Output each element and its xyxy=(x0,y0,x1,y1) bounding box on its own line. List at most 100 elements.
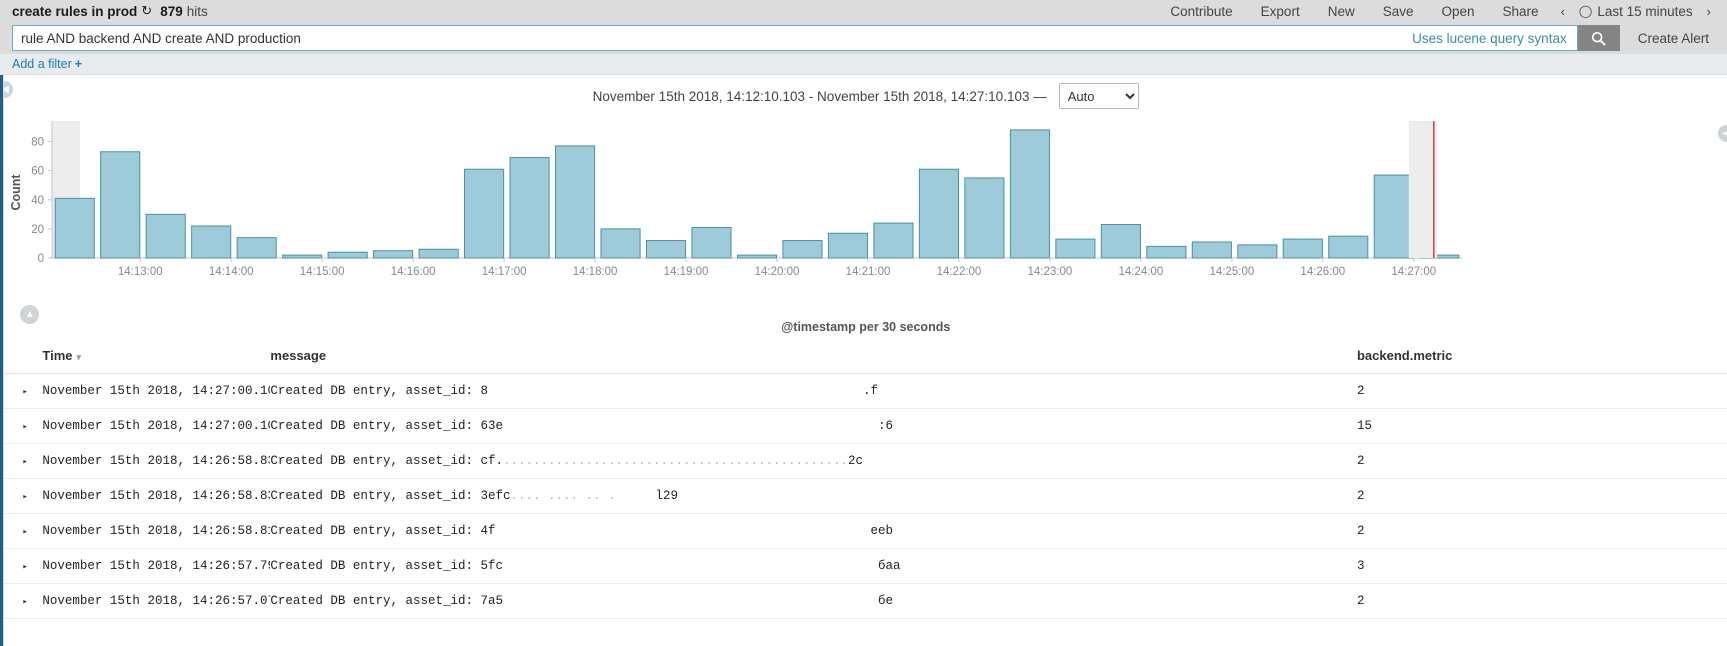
page-title: create rules in prod xyxy=(12,3,138,19)
table-row[interactable]: ▸ November 15th 2018, 14:26:58.836 Created… xyxy=(4,478,1727,514)
x-tick-label: 14:14:00 xyxy=(209,266,254,278)
histogram-bar[interactable] xyxy=(1146,245,1187,259)
histogram-bar[interactable] xyxy=(600,228,642,259)
histogram-chart[interactable]: 0 20 40 60 80 Count 14:13:00 14:14:00 14:15:00 14… xyxy=(4,113,1727,324)
histogram-bar[interactable] xyxy=(418,248,460,259)
x-tick-label: 14:16:00 xyxy=(391,266,436,278)
histogram-bar[interactable] xyxy=(646,240,687,259)
search-input[interactable] xyxy=(13,26,1413,50)
message-column-header[interactable]: message xyxy=(270,348,1357,374)
query-bar: Uses lucene query syntax Create Alert xyxy=(0,23,1727,54)
nav-open[interactable]: Open xyxy=(1428,0,1489,23)
time-next-icon[interactable]: › xyxy=(1699,4,1719,19)
plus-icon: + xyxy=(74,57,83,71)
expand-row-icon[interactable]: ▸ xyxy=(4,457,27,467)
histogram-bar[interactable] xyxy=(1055,238,1096,259)
time-cell: November 15th 2018, 14:26:58.836 xyxy=(42,443,271,479)
histogram-bar[interactable] xyxy=(373,250,414,259)
time-prev-icon[interactable]: ‹ xyxy=(1553,4,1573,19)
time-column-header[interactable]: Time ▾ xyxy=(42,348,271,374)
table-row[interactable]: ▸ November 15th 2018, 14:26:57.790 Created… xyxy=(4,548,1727,584)
expand-row-icon[interactable]: ▸ xyxy=(4,422,27,432)
message-text: Created DB entry, asset_id: 63е xyxy=(270,419,503,433)
histogram-bar[interactable] xyxy=(509,157,551,259)
time-column-label: Time xyxy=(42,348,73,363)
table-row[interactable]: ▸ November 15th 2018, 14:27:00.108 Created… xyxy=(4,373,1727,409)
x-tick-label: 14:21:00 xyxy=(846,266,891,278)
histogram-bar[interactable] xyxy=(782,240,823,259)
nav-contribute[interactable]: Contribute xyxy=(1156,0,1246,23)
x-tick-label: 14:23:00 xyxy=(1028,266,1073,278)
x-tick-label: 14:18:00 xyxy=(573,266,618,278)
nav-share[interactable]: Share xyxy=(1489,0,1553,23)
x-tick-label: 14:22:00 xyxy=(937,266,982,278)
expand-row-icon[interactable]: ▸ xyxy=(4,527,27,537)
time-range-text: November 15th 2018, 14:12:10.103 - Novem… xyxy=(592,88,1047,104)
expand-row-icon[interactable]: ▸ xyxy=(4,492,27,502)
histogram-bar[interactable] xyxy=(237,237,278,259)
histogram-bar[interactable] xyxy=(191,225,232,259)
message-cell: Created DB entry, asset_id: 7a5 бe xyxy=(270,583,1357,619)
histogram-bar[interactable] xyxy=(1328,235,1369,259)
time-cell: November 15th 2018, 14:27:00.108 xyxy=(42,373,271,409)
table-row[interactable]: ▸ November 15th 2018, 14:27:00.108 Created… xyxy=(4,408,1727,444)
search-button[interactable] xyxy=(1577,25,1620,51)
metric-column-header[interactable]: backend.metric xyxy=(1356,348,1727,374)
histogram-bar[interactable] xyxy=(282,254,323,259)
table-row[interactable]: ▸ November 15th 2018, 14:26:58.836 Created… xyxy=(4,443,1727,479)
lucene-syntax-link[interactable]: Uses lucene query syntax xyxy=(1412,31,1577,46)
expand-row-icon[interactable]: ▸ xyxy=(4,562,27,572)
expand-cell: ▸ xyxy=(4,548,43,584)
x-tick-label: 14:19:00 xyxy=(664,266,709,278)
sidebar-collapse-icon[interactable]: ◀ xyxy=(4,81,14,98)
histogram-bar[interactable] xyxy=(55,197,96,259)
histogram-bar[interactable] xyxy=(1192,241,1233,259)
top-nav: Contribute Export New Save Open Share ‹ … xyxy=(1156,0,1727,23)
nav-export[interactable]: Export xyxy=(1247,0,1314,23)
histogram-bar[interactable] xyxy=(964,177,1005,259)
interval-select[interactable]: AutoMillisecondSecondMinuteHourlyDailyWe… xyxy=(1058,83,1139,109)
histogram-bar[interactable] xyxy=(1283,238,1324,259)
nav-new[interactable]: New xyxy=(1314,0,1369,23)
histogram-bar[interactable] xyxy=(873,222,914,259)
metric-cell: 2 xyxy=(1356,583,1727,619)
table-row[interactable]: ▸ November 15th 2018, 14:26:57.078 Created… xyxy=(4,583,1727,619)
x-tick-label: 14:15:00 xyxy=(300,266,345,278)
nav-save[interactable]: Save xyxy=(1369,0,1428,23)
y-tick-label: 0 xyxy=(38,253,44,265)
histogram-bar[interactable] xyxy=(1237,244,1278,259)
table-header-row: Time ▾ message backend.metric xyxy=(4,348,1727,374)
metric-cell: 2 xyxy=(1356,443,1727,479)
histogram-bar[interactable] xyxy=(1010,129,1051,259)
histogram-bar[interactable] xyxy=(919,168,960,259)
histogram-bar[interactable] xyxy=(1374,174,1415,259)
histogram-bar[interactable] xyxy=(828,232,869,259)
histogram-bar[interactable] xyxy=(100,151,141,259)
y-tick-label: 20 xyxy=(32,224,45,236)
histogram-bar[interactable] xyxy=(555,145,596,259)
chart-right-handle-icon[interactable]: ◀ xyxy=(1717,125,1727,142)
histogram-bar[interactable] xyxy=(691,226,732,259)
refresh-icon[interactable]: ↻ xyxy=(141,3,152,19)
message-cell: Created DB entry, asset_id: 4f еeb xyxy=(270,513,1357,549)
expand-row-icon[interactable]: ▸ xyxy=(4,597,27,607)
histogram-svg[interactable]: 0 20 40 60 80 Count 14:13:00 14:14:00 14:15:00 14… xyxy=(4,113,1474,288)
message-text: Created DB entry, asset_id: 4f xyxy=(270,524,496,538)
histogram-bar[interactable] xyxy=(146,213,187,259)
histogram-bar[interactable] xyxy=(737,254,778,259)
expand-row-icon[interactable]: ▸ xyxy=(4,387,27,397)
message-tail-text: бaa xyxy=(877,559,901,573)
message-tail-text: l29 xyxy=(655,489,679,503)
histogram-bar[interactable] xyxy=(328,251,369,259)
table-row[interactable]: ▸ November 15th 2018, 14:26:58.814 Created… xyxy=(4,513,1727,549)
hits-label: hits xyxy=(186,3,208,19)
histogram-bar[interactable] xyxy=(464,168,505,259)
add-filter-button[interactable]: Add a filter + xyxy=(12,57,82,71)
histogram-bar[interactable] xyxy=(1101,224,1142,259)
message-text: Created DB entry, asset_id: 3efс xyxy=(270,489,511,503)
y-tick-label: 40 xyxy=(32,195,45,207)
body: Selected Fields #backend.metrictmessage … xyxy=(0,75,1727,646)
create-alert-button[interactable]: Create Alert xyxy=(1620,23,1727,54)
time-range-picker[interactable]: ◯ Last 15 minutes xyxy=(1573,4,1699,19)
sort-caret-icon[interactable]: ▾ xyxy=(77,352,82,362)
